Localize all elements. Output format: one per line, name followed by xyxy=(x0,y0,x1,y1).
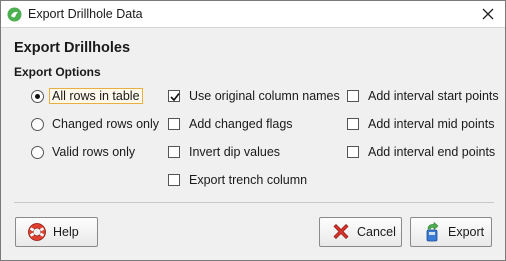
help-button[interactable]: Help xyxy=(15,217,98,247)
export-icon xyxy=(426,222,439,242)
checkbox-label: Add interval start points xyxy=(368,89,499,103)
leapfrog-app-icon xyxy=(7,7,22,22)
check-changed-flags[interactable]: Add changed flags xyxy=(168,115,293,133)
checkbox[interactable] xyxy=(347,90,359,102)
check-invert-dip[interactable]: Invert dip values xyxy=(168,143,280,161)
radio-button[interactable] xyxy=(31,145,44,159)
check-trench-column[interactable]: Export trench column xyxy=(168,171,307,189)
checkbox[interactable] xyxy=(347,146,359,158)
radio-button[interactable] xyxy=(31,117,44,131)
red-x-icon xyxy=(333,224,349,239)
radio-label: Changed rows only xyxy=(52,117,160,131)
check-original-column-names[interactable]: Use original column names xyxy=(168,87,340,105)
cancel-button[interactable]: Cancel xyxy=(319,217,402,247)
checkbox-label: Add interval mid points xyxy=(368,117,495,131)
lifebuoy-icon xyxy=(28,223,46,241)
window-title: Export Drillhole Data xyxy=(28,7,143,21)
close-icon xyxy=(482,8,494,20)
check-interval-start[interactable]: Add interval start points xyxy=(347,87,499,105)
radio-valid-rows[interactable]: Valid rows only xyxy=(31,143,135,161)
export-button[interactable]: Export xyxy=(410,217,492,247)
export-dialog: Export Drillhole Data Export Drillholes … xyxy=(0,0,506,261)
checkmark-icon xyxy=(170,93,180,102)
checkbox-label: Add changed flags xyxy=(189,117,293,131)
checkbox-label: Export trench column xyxy=(189,173,308,187)
checkbox-label: Add interval end points xyxy=(368,145,496,159)
check-interval-mid[interactable]: Add interval mid points xyxy=(347,115,494,133)
cancel-button-label: Cancel xyxy=(357,225,396,239)
radio-all-rows[interactable]: All rows in table xyxy=(31,87,143,105)
export-button-label: Export xyxy=(448,225,485,239)
radio-label: Valid rows only xyxy=(52,145,136,159)
export-options-label: Export Options xyxy=(14,65,101,79)
checkbox[interactable] xyxy=(168,174,180,186)
radio-changed-rows[interactable]: Changed rows only xyxy=(31,115,159,133)
divider xyxy=(14,202,494,203)
title-bar: Export Drillhole Data xyxy=(1,1,505,28)
checkbox[interactable] xyxy=(168,118,180,130)
help-button-label: Help xyxy=(53,225,79,239)
checkbox[interactable] xyxy=(168,90,180,102)
page-title: Export Drillholes xyxy=(14,40,131,56)
checkbox[interactable] xyxy=(347,118,359,130)
radio-button[interactable] xyxy=(31,89,44,103)
checkbox-label: Invert dip values xyxy=(189,145,281,159)
close-button[interactable] xyxy=(471,1,505,27)
check-interval-end[interactable]: Add interval end points xyxy=(347,143,495,161)
radio-label: All rows in table xyxy=(49,88,143,104)
checkbox[interactable] xyxy=(168,146,180,158)
checkbox-label: Use original column names xyxy=(189,89,340,103)
